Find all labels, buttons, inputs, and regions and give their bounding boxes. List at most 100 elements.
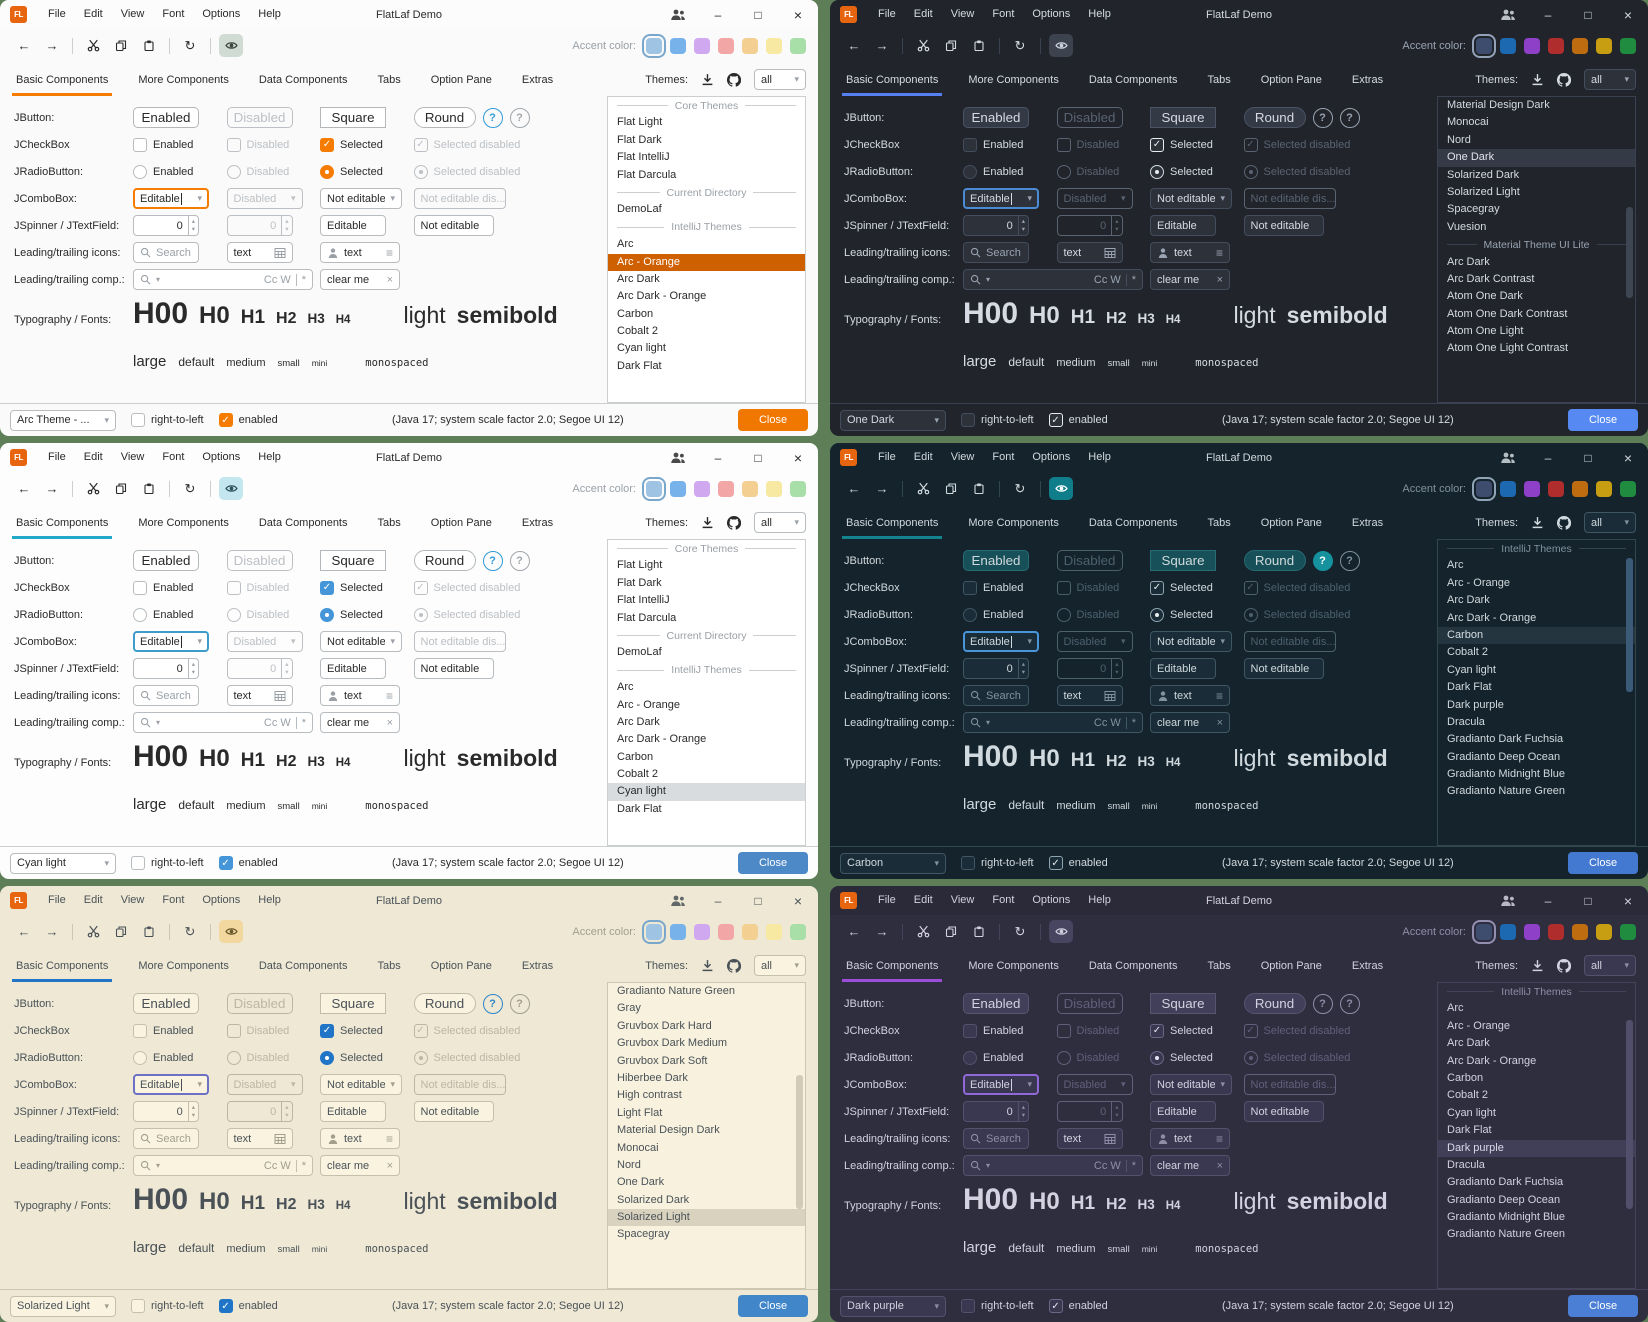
close-window-button[interactable]: × [1608, 886, 1648, 915]
radio-selected[interactable] [320, 608, 334, 622]
maximize-button[interactable]: □ [738, 443, 778, 472]
back-icon[interactable]: ← [842, 34, 866, 57]
theme-list-item[interactable]: Gradianto Midnight Blue [1438, 766, 1635, 783]
tab-basic-components[interactable]: Basic Components [844, 65, 940, 96]
menu-help[interactable]: Help [249, 443, 290, 472]
accent-swatch[interactable] [1524, 924, 1540, 940]
paste-icon[interactable] [967, 477, 991, 500]
checkbox-selected[interactable]: ✓ [1150, 1024, 1164, 1038]
theme-list-item[interactable]: Dracula [1438, 714, 1635, 731]
forward-icon[interactable]: → [40, 920, 64, 943]
text-input-calendar[interactable]: text [227, 685, 293, 706]
text-input-user[interactable]: text ≡ [320, 1128, 400, 1149]
accent-swatch[interactable] [742, 481, 758, 497]
github-icon[interactable] [727, 516, 741, 530]
regex-icon[interactable]: * [302, 274, 306, 286]
clear-me-input[interactable]: clear me × [1150, 712, 1230, 733]
search-input[interactable]: Search [133, 685, 199, 706]
theme-list-item[interactable]: Arc Dark [608, 714, 805, 731]
theme-list-item[interactable]: Cobalt 2 [608, 323, 805, 340]
help-button[interactable]: ? [510, 994, 530, 1014]
tab-extras[interactable]: Extras [1350, 951, 1385, 982]
menu-font[interactable]: Font [153, 886, 193, 915]
maximize-button[interactable]: □ [1568, 0, 1608, 29]
help-button[interactable]: ? [483, 994, 503, 1014]
search-with-options-input[interactable]: ▾ Cc W * [963, 1155, 1143, 1176]
clear-icon[interactable]: × [1217, 717, 1223, 729]
menu-edit[interactable]: Edit [75, 443, 112, 472]
menu-help[interactable]: Help [249, 886, 290, 915]
show-hidden-eye-icon[interactable] [1049, 477, 1073, 500]
clear-me-input[interactable]: clear me × [1150, 1155, 1230, 1176]
text-input-user[interactable]: text ≡ [1150, 1128, 1230, 1149]
radio[interactable] [963, 608, 977, 622]
radio-selected[interactable] [1150, 165, 1164, 179]
menu-edit[interactable]: Edit [75, 0, 112, 29]
enabled-checkbox[interactable]: ✓ enabled [1049, 856, 1108, 870]
round-button[interactable]: Round [414, 993, 476, 1014]
search-with-options-input[interactable]: ▾ Cc W * [963, 712, 1143, 733]
theme-list-item[interactable]: Material Design Dark [1438, 97, 1635, 114]
theme-list-item[interactable]: Atom One Light [1438, 323, 1635, 340]
theme-list-item[interactable]: Flat Darcula [608, 610, 805, 627]
enabled-button[interactable]: Enabled [133, 993, 199, 1014]
search-with-options-input[interactable]: ▾ Cc W * [133, 1155, 313, 1176]
menu-edit[interactable]: Edit [905, 0, 942, 29]
match-case-icon[interactable]: Cc [1094, 717, 1107, 729]
github-icon[interactable] [1557, 516, 1571, 530]
theme-list-item[interactable]: Arc - Orange [1438, 1018, 1635, 1035]
theme-list-item[interactable]: Gradianto Deep Ocean [1438, 1192, 1635, 1209]
theme-list-item[interactable]: Flat Light [608, 114, 805, 131]
square-button[interactable]: Square [320, 107, 386, 128]
round-button[interactable]: Round [414, 550, 476, 571]
refresh-icon[interactable]: ↻ [178, 920, 202, 943]
right-to-left-checkbox[interactable]: right-to-left [961, 413, 1034, 427]
download-icon[interactable] [701, 73, 714, 86]
accent-swatch[interactable] [694, 924, 710, 940]
menu-options[interactable]: Options [1023, 886, 1079, 915]
right-to-left-checkbox[interactable]: right-to-left [961, 856, 1034, 870]
paste-icon[interactable] [967, 920, 991, 943]
download-icon[interactable] [1531, 516, 1544, 529]
match-case-icon[interactable]: Cc [264, 1160, 277, 1172]
radio-selected[interactable] [1150, 608, 1164, 622]
accent-swatch[interactable] [1500, 38, 1516, 54]
checkbox[interactable] [131, 1299, 145, 1313]
text-input-calendar[interactable]: text [227, 242, 293, 263]
theme-list-item[interactable]: Gruvbox Dark Soft [608, 1053, 805, 1070]
checkbox-selected[interactable]: ✓ [1049, 1299, 1063, 1313]
themes-filter-select[interactable]: all ▾ [754, 512, 806, 533]
theme-list-item[interactable]: Dark purple [1438, 697, 1635, 714]
theme-list-item[interactable]: Arc Dark [1438, 592, 1635, 609]
theme-list-item[interactable]: Gradianto Dark Fuchsia [1438, 731, 1635, 748]
minimize-button[interactable]: – [698, 0, 738, 29]
theme-list-item[interactable]: Arc - Orange [1438, 575, 1635, 592]
list-icon[interactable]: ≡ [386, 1132, 393, 1146]
enabled-button[interactable]: Enabled [963, 993, 1029, 1014]
cut-icon[interactable] [911, 34, 935, 57]
theme-list-item[interactable]: Arc Dark - Orange [608, 288, 805, 305]
menu-file[interactable]: File [39, 0, 75, 29]
tab-more-components[interactable]: More Components [966, 951, 1061, 982]
theme-list-item[interactable]: One Dark [608, 1174, 805, 1191]
tab-data-components[interactable]: Data Components [257, 65, 350, 96]
text-input-calendar[interactable]: text [1057, 242, 1123, 263]
close-window-button[interactable]: × [778, 443, 818, 472]
clear-icon[interactable]: × [387, 1160, 393, 1172]
table-grid-icon[interactable] [1104, 690, 1116, 702]
checkbox[interactable] [961, 1299, 975, 1313]
cut-icon[interactable] [81, 34, 105, 57]
round-button[interactable]: Round [414, 107, 476, 128]
menu-help[interactable]: Help [249, 0, 290, 29]
users-icon[interactable] [658, 886, 698, 915]
whole-word-icon[interactable]: W [280, 1160, 290, 1172]
close-window-button[interactable]: × [1608, 443, 1648, 472]
enabled-button[interactable]: Enabled [133, 107, 199, 128]
show-hidden-eye-icon[interactable] [219, 34, 243, 57]
theme-select[interactable]: Carbon ▾ [840, 853, 946, 874]
theme-list-item[interactable]: Flat Dark [608, 132, 805, 149]
menu-view[interactable]: View [942, 0, 984, 29]
accent-swatch[interactable] [1572, 924, 1588, 940]
theme-list-item[interactable]: Arc Dark - Orange [608, 731, 805, 748]
search-with-options-input[interactable]: ▾ Cc W * [133, 712, 313, 733]
